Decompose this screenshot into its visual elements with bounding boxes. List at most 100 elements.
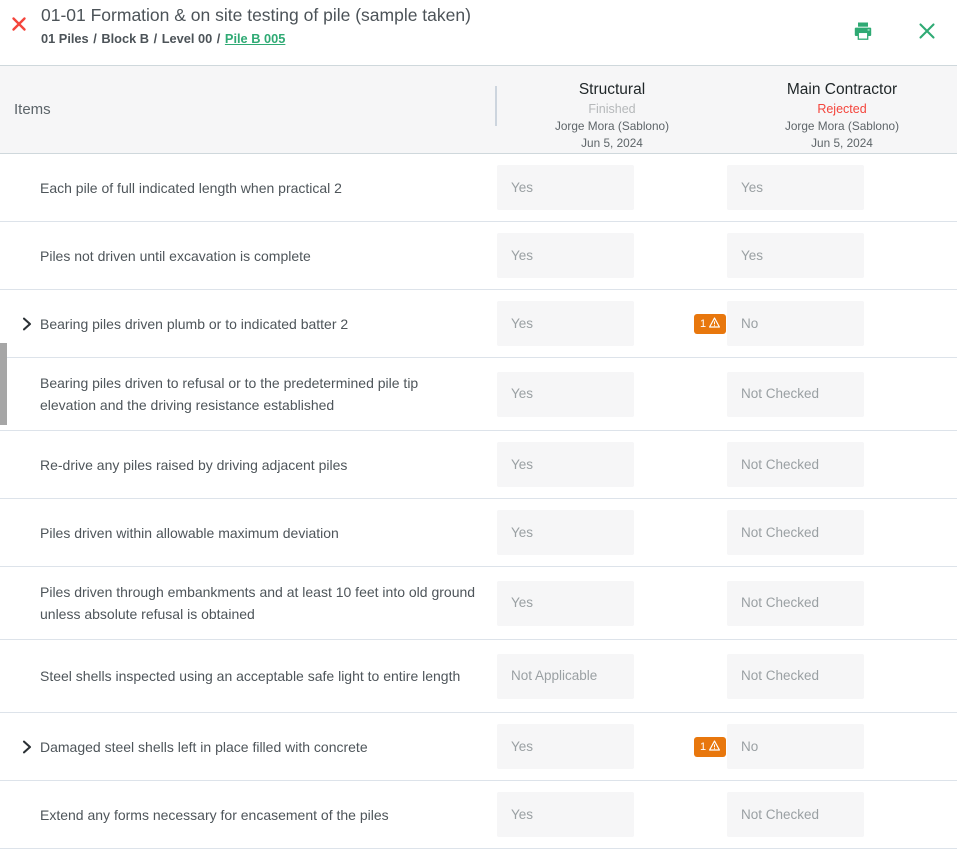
row-value-structural: Yes [497, 581, 727, 626]
row-value-structural: Yes [497, 724, 727, 769]
breadcrumb-separator: / [216, 31, 222, 46]
value-box-structural[interactable]: Not Applicable [497, 654, 634, 699]
row-item-cell: Steel shells inspected using an acceptab… [0, 665, 497, 687]
value-box-structural[interactable]: Yes [497, 581, 634, 626]
value-box-main-contractor[interactable]: Not Checked [727, 442, 864, 487]
value-box-structural[interactable]: Yes [497, 792, 634, 837]
value-text: Yes [511, 738, 533, 756]
breadcrumb-separator: / [153, 31, 159, 46]
value-text: No [741, 315, 758, 333]
role-date: Jun 5, 2024 [727, 135, 957, 151]
row-item-cell: Piles driven within allowable maximum de… [0, 522, 497, 544]
table-row[interactable]: Piles driven through embankments and at … [0, 567, 957, 640]
column-header-main-contractor: Main Contractor Rejected Jorge Mora (Sab… [727, 66, 957, 153]
column-header-items: Items [0, 66, 497, 153]
row-value-structural: Yes [497, 233, 727, 278]
value-box-main-contractor[interactable]: Yes [727, 233, 864, 278]
value-text: Yes [511, 179, 533, 197]
column-header-structural: Structural Finished Jorge Mora (Sablono)… [497, 66, 727, 153]
issue-count-label: 1 [700, 741, 706, 753]
close-button[interactable] [905, 11, 949, 55]
print-icon [852, 20, 874, 47]
row-value-main-contractor: Not Checked [727, 442, 957, 487]
value-box-main-contractor[interactable]: Not Checked [727, 654, 864, 699]
value-box-main-contractor[interactable]: No [727, 301, 864, 346]
value-text: No [741, 738, 758, 756]
value-box-structural[interactable]: Yes [497, 372, 634, 417]
table-row[interactable]: Bearing piles driven to refusal or to th… [0, 358, 957, 431]
scrollbar-thumb[interactable] [0, 343, 7, 425]
value-box-structural[interactable]: Yes [497, 510, 634, 555]
value-text: Yes [741, 247, 763, 265]
status-badge: Finished [497, 100, 727, 118]
row-value-main-contractor: 1No [727, 724, 957, 769]
breadcrumb-link-pile[interactable]: Pile B 005 [225, 31, 285, 46]
table-row[interactable]: Damaged steel shells left in place fille… [0, 713, 957, 781]
row-item-label: Bearing piles driven plumb or to indicat… [40, 313, 348, 335]
row-item-cell: Re-drive any piles raised by driving adj… [0, 454, 497, 476]
issue-count-label: 1 [700, 318, 706, 330]
value-text: Not Checked [741, 806, 819, 824]
status-badge: Rejected [727, 100, 957, 118]
value-box-main-contractor[interactable]: No [727, 724, 864, 769]
row-item-label: Piles driven within allowable maximum de… [40, 522, 339, 544]
checklist-rows: Each pile of full indicated length when … [0, 154, 957, 849]
table-row[interactable]: Extend any forms necessary for encasemen… [0, 781, 957, 849]
role-date: Jun 5, 2024 [497, 135, 727, 151]
value-box-main-contractor[interactable]: Not Checked [727, 792, 864, 837]
value-box-structural[interactable]: Yes [497, 442, 634, 487]
row-value-structural: Not Applicable [497, 654, 727, 699]
row-item-cell: Piles driven through embankments and at … [0, 581, 497, 625]
value-text: Yes [511, 456, 533, 474]
row-value-main-contractor: Not Checked [727, 372, 957, 417]
value-text: Not Applicable [511, 667, 597, 685]
row-value-main-contractor: 1No [727, 301, 957, 346]
value-box-main-contractor[interactable]: Yes [727, 165, 864, 210]
table-row[interactable]: Piles not driven until excavation is com… [0, 222, 957, 290]
value-text: Not Checked [741, 385, 819, 403]
row-item-label: Each pile of full indicated length when … [40, 177, 342, 199]
row-value-structural: Yes [497, 792, 727, 837]
issue-count-badge[interactable]: 1 [694, 737, 726, 757]
row-item-label: Bearing piles driven to refusal or to th… [40, 372, 477, 416]
table-row[interactable]: Steel shells inspected using an acceptab… [0, 640, 957, 713]
value-text: Yes [741, 179, 763, 197]
table-column-header: Items Structural Finished Jorge Mora (Sa… [0, 66, 957, 154]
table-row[interactable]: Re-drive any piles raised by driving adj… [0, 431, 957, 499]
dialog-header: 01-01 Formation & on site testing of pil… [0, 0, 957, 66]
row-value-structural: Yes [497, 301, 727, 346]
table-row[interactable]: Each pile of full indicated length when … [0, 154, 957, 222]
value-text: Not Checked [741, 456, 819, 474]
row-item-cell: Each pile of full indicated length when … [0, 177, 497, 199]
header-actions [841, 0, 957, 66]
value-box-main-contractor[interactable]: Not Checked [727, 372, 864, 417]
chevron-right-icon[interactable] [14, 317, 40, 331]
row-value-main-contractor: Not Checked [727, 654, 957, 699]
value-box-structural[interactable]: Yes [497, 301, 634, 346]
row-value-main-contractor: Not Checked [727, 581, 957, 626]
value-text: Yes [511, 247, 533, 265]
value-box-main-contractor[interactable]: Not Checked [727, 510, 864, 555]
row-value-main-contractor: Yes [727, 233, 957, 278]
value-box-structural[interactable]: Yes [497, 724, 634, 769]
print-button[interactable] [841, 11, 885, 55]
row-item-cell: Bearing piles driven plumb or to indicat… [0, 313, 497, 335]
value-box-structural[interactable]: Yes [497, 233, 634, 278]
table-row[interactable]: Piles driven within allowable maximum de… [0, 499, 957, 567]
breadcrumb-part-2: Level 00 [162, 31, 213, 46]
issue-count-badge[interactable]: 1 [694, 314, 726, 334]
value-text: Yes [511, 806, 533, 824]
row-item-label: Steel shells inspected using an acceptab… [40, 665, 460, 687]
role-name: Structural [497, 80, 727, 100]
close-icon [916, 20, 938, 47]
vertical-scrollbar[interactable] [0, 154, 7, 855]
row-value-main-contractor: Yes [727, 165, 957, 210]
row-value-structural: Yes [497, 372, 727, 417]
close-icon-left[interactable] [8, 13, 30, 35]
value-box-structural[interactable]: Yes [497, 165, 634, 210]
title-block: 01-01 Formation & on site testing of pil… [41, 3, 757, 50]
chevron-right-icon[interactable] [14, 740, 40, 754]
table-row[interactable]: Bearing piles driven plumb or to indicat… [0, 290, 957, 358]
value-text: Not Checked [741, 524, 819, 542]
value-box-main-contractor[interactable]: Not Checked [727, 581, 864, 626]
